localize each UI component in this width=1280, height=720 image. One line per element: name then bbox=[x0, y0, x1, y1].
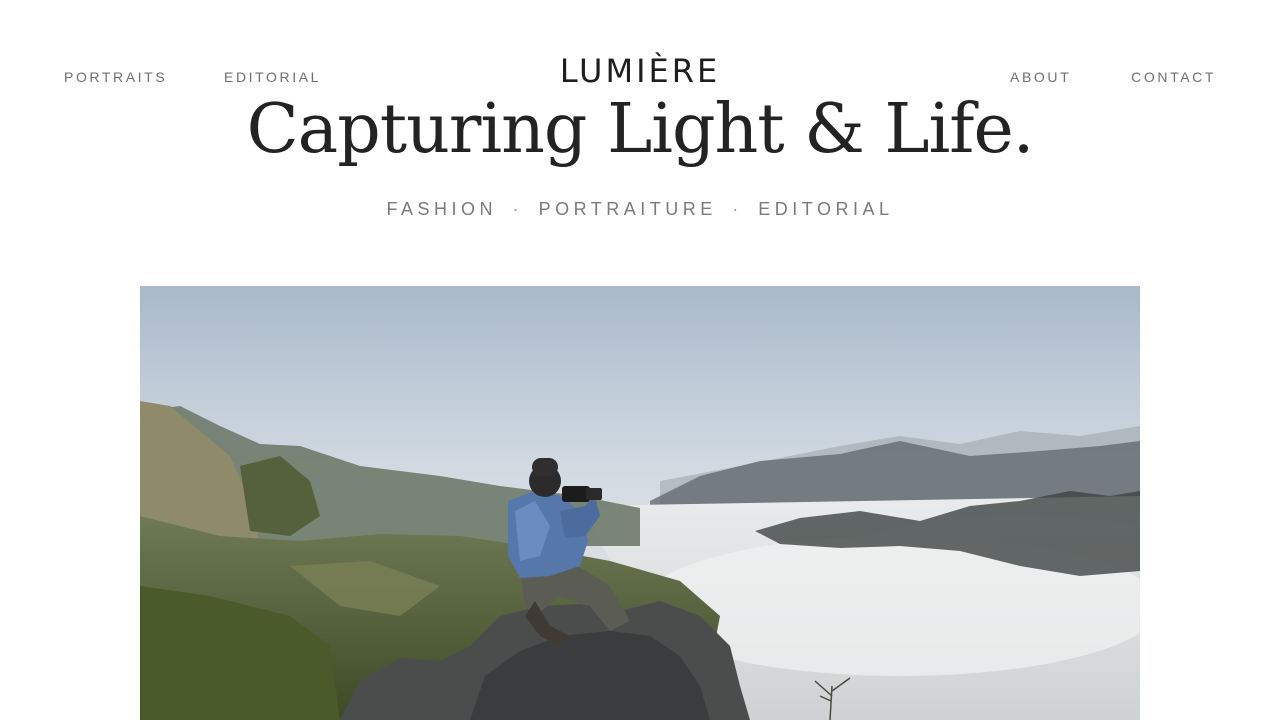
site-logo[interactable]: LUMIÈRE bbox=[0, 52, 1280, 90]
nav-link-contact[interactable]: CONTACT bbox=[1131, 69, 1216, 85]
hero-tagline: FASHION · PORTRAITURE · EDITORIAL bbox=[0, 199, 1280, 220]
tag-editorial: EDITORIAL bbox=[758, 199, 894, 219]
tag-separator: · bbox=[512, 199, 524, 219]
nav-link-about[interactable]: ABOUT bbox=[1010, 69, 1071, 85]
tag-separator: · bbox=[732, 199, 743, 219]
hero-landscape-illustration bbox=[140, 286, 1140, 720]
tag-fashion: FASHION bbox=[386, 199, 498, 219]
hero-headline: Capturing Light & Life. bbox=[246, 90, 1035, 169]
tag-portraiture: PORTRAITURE bbox=[538, 199, 717, 219]
hero-image bbox=[140, 286, 1140, 720]
